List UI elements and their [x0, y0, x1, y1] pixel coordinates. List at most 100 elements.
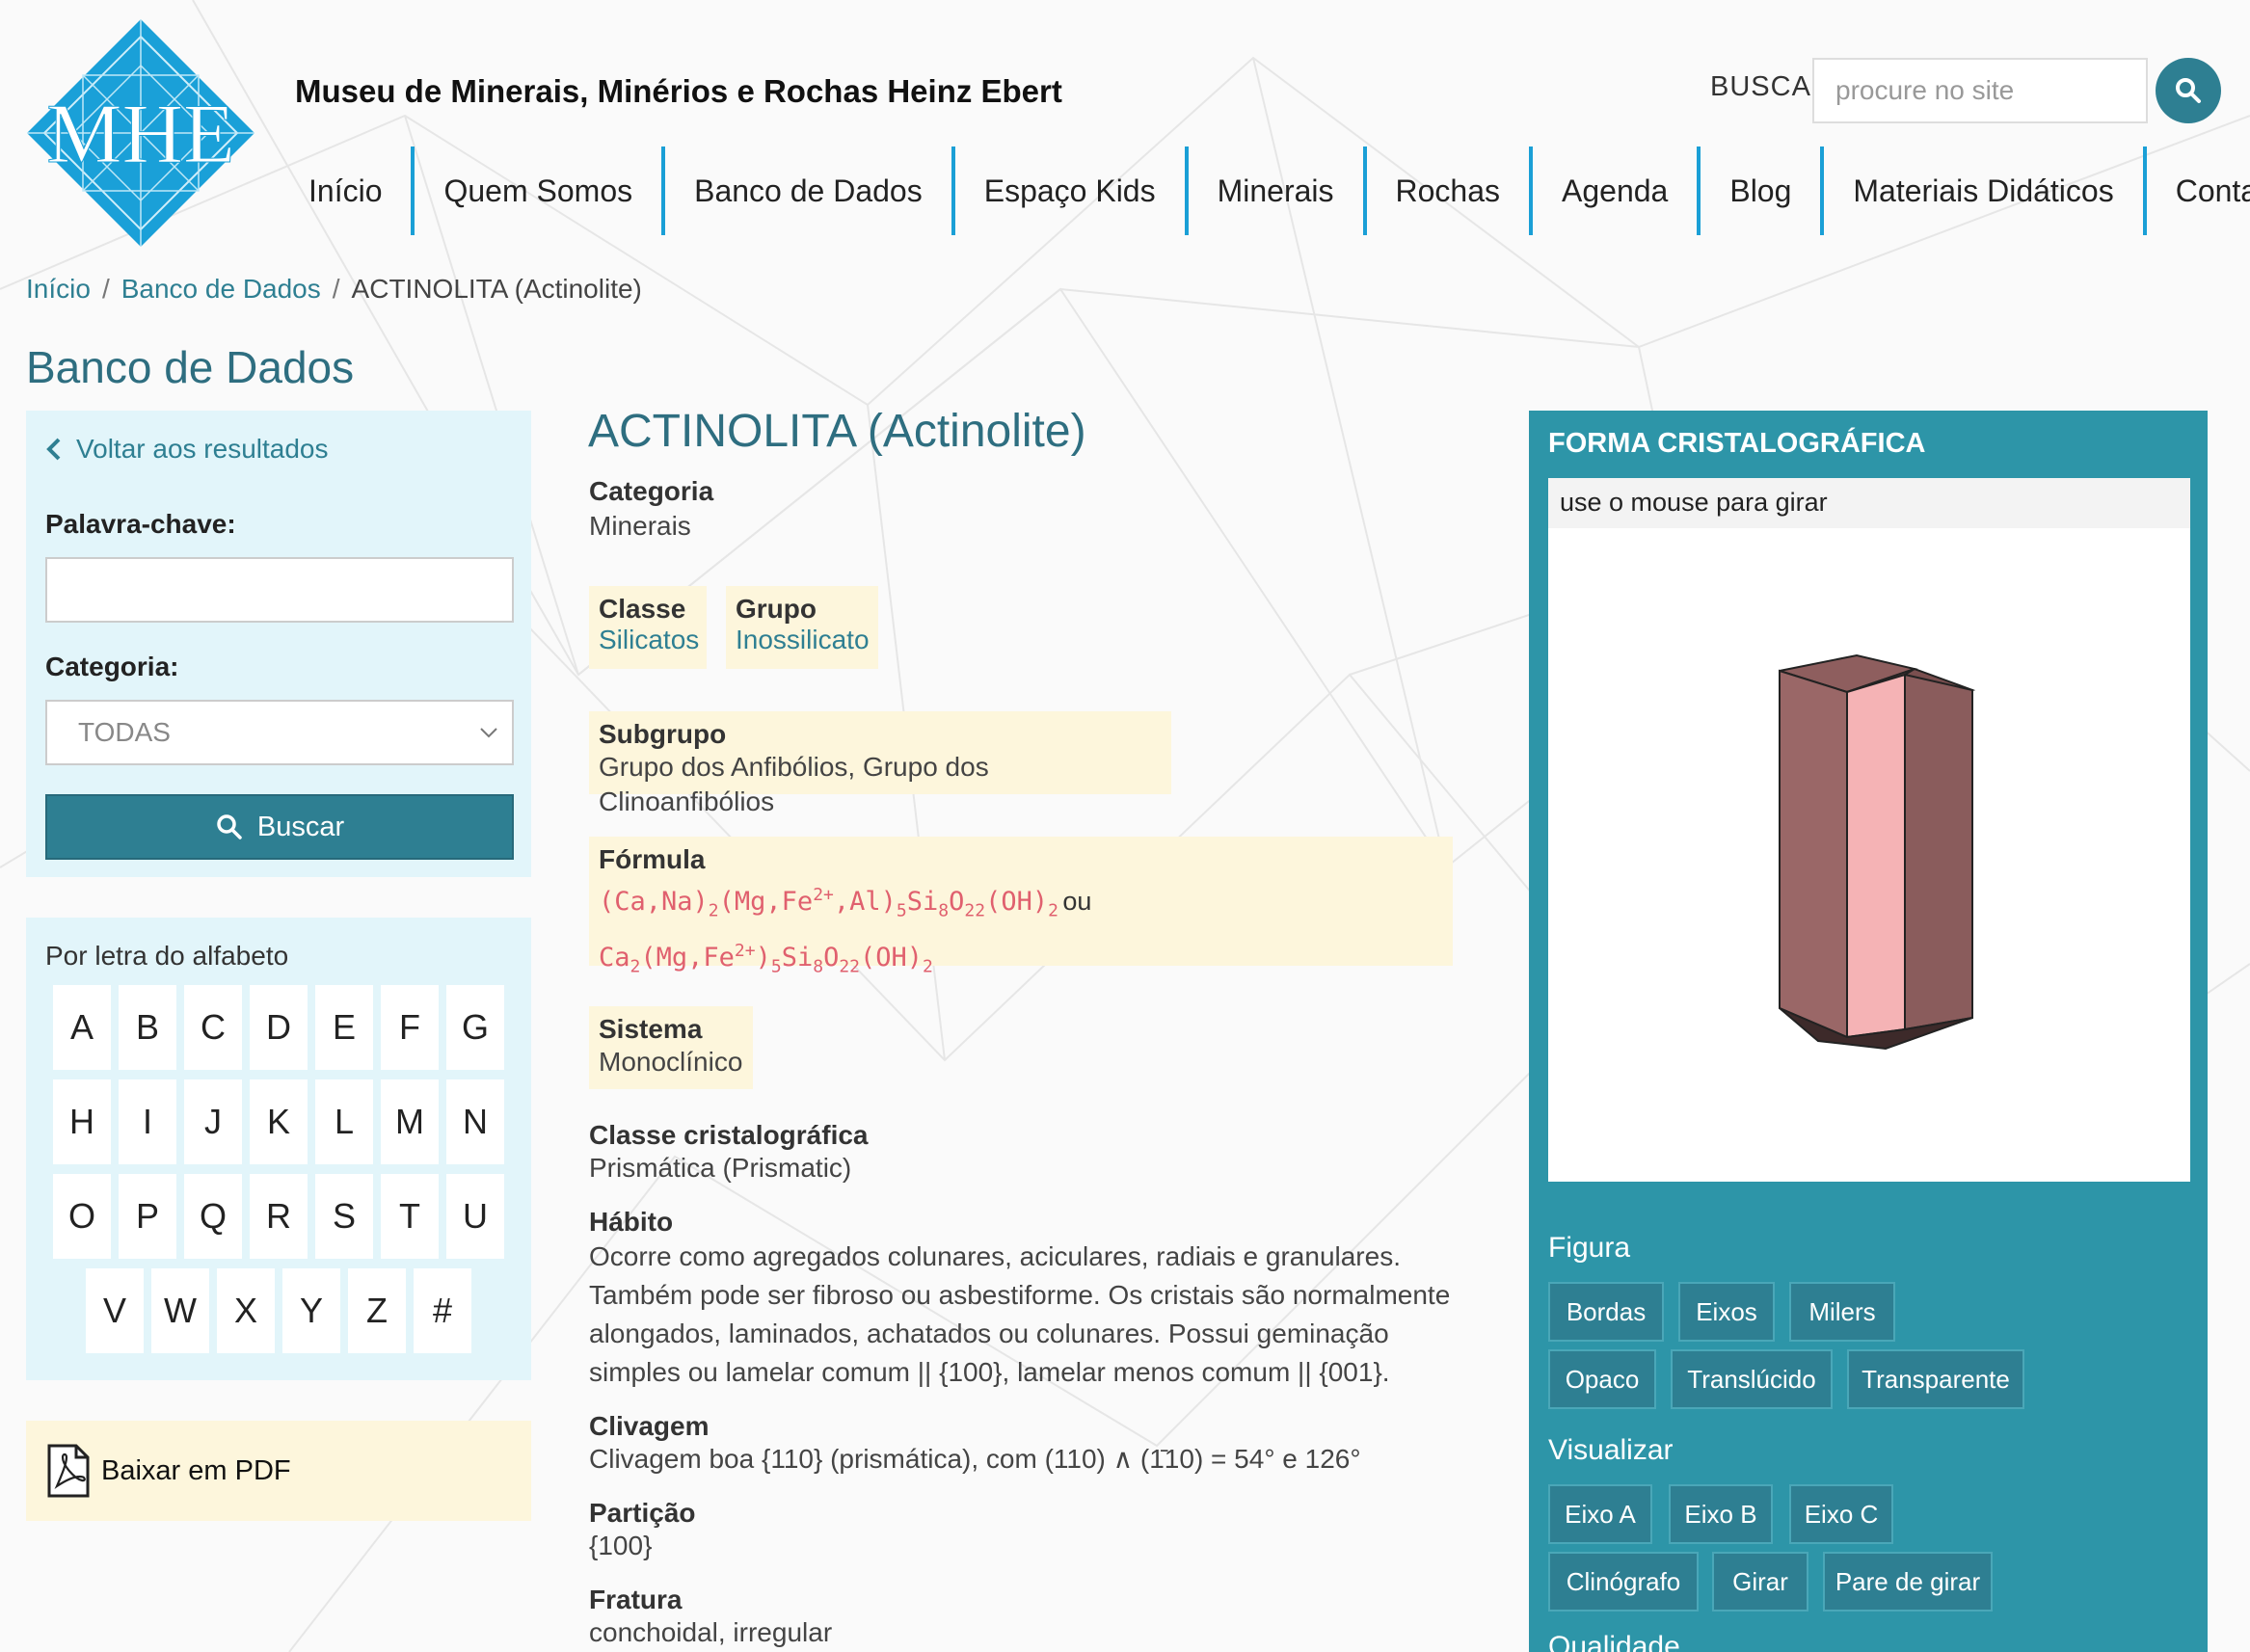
chevron-left-icon — [46, 438, 61, 461]
crystal-model[interactable] — [1760, 652, 1992, 1056]
letter-button[interactable]: E — [315, 985, 373, 1070]
fratura-field: Fratura conchoidal, irregular — [589, 1585, 832, 1650]
clivagem-value: Clivagem boa {110} (prismática), com (11… — [589, 1444, 1361, 1474]
breadcrumb-section-link[interactable]: Banco de Dados — [121, 274, 321, 304]
subgrupo-label: Subgrupo — [599, 719, 727, 749]
particao-label: Partição — [589, 1498, 696, 1528]
bordas-button[interactable]: Bordas — [1548, 1282, 1664, 1342]
sistema-value: Monoclínico — [599, 1047, 743, 1077]
formula-2: Ca2(Mg,Fe2+)5Si8O22(OH)2 — [599, 941, 933, 977]
download-pdf-button[interactable]: Baixar em PDF — [26, 1421, 531, 1521]
particao-field: Partição {100} — [589, 1498, 696, 1563]
nav-item-inicio[interactable]: Início — [289, 147, 411, 235]
letter-button[interactable]: V — [86, 1268, 144, 1353]
alphabet-row: H I J K L M N — [26, 1079, 531, 1164]
letter-button[interactable]: G — [446, 985, 504, 1070]
nav-item-agenda[interactable]: Agenda — [1529, 147, 1697, 235]
letter-button[interactable]: W — [151, 1268, 209, 1353]
nav-item-rochas[interactable]: Rochas — [1362, 147, 1530, 235]
nav-item-contato[interactable]: Contato — [2142, 147, 2250, 235]
pare-de-girar-button[interactable]: Pare de girar — [1823, 1552, 1993, 1612]
eixos-button[interactable]: Eixos — [1678, 1282, 1775, 1342]
nav-item-espaco-kids[interactable]: Espaço Kids — [951, 147, 1185, 235]
formula-field: Fórmula (Ca,Na)2(Mg,Fe2+,Al)5Si8O22(OH)2… — [589, 837, 1453, 977]
formula-value: (Ca,Na)2(Mg,Fe2+,Al)5Si8O22(OH)2 ou Ca2(… — [599, 875, 1443, 988]
nav-item-minerais[interactable]: Minerais — [1184, 147, 1363, 235]
milers-button[interactable]: Milers — [1789, 1282, 1895, 1342]
letter-button[interactable]: X — [217, 1268, 275, 1353]
letter-button[interactable]: Y — [282, 1268, 340, 1353]
site-title[interactable]: Museu de Minerais, Minérios e Rochas Hei… — [295, 73, 1062, 110]
search-icon — [217, 814, 242, 839]
pdf-icon — [47, 1444, 90, 1498]
keyword-label: Palavra-chave: — [45, 509, 236, 539]
fratura-value: conchoidal, irregular — [589, 1617, 833, 1647]
breadcrumb: Início / Banco de Dados / ACTINOLITA (Actino… — [26, 274, 642, 305]
categoria-field: Categoria Minerais — [589, 476, 713, 545]
transparente-button[interactable]: Transparente — [1847, 1349, 2024, 1409]
girar-button[interactable]: Girar — [1712, 1552, 1808, 1612]
category-label: Categoria: — [45, 652, 179, 681]
particao-value: {100} — [589, 1531, 653, 1560]
opaco-button[interactable]: Opaco — [1548, 1349, 1656, 1409]
page-title: Banco de Dados — [26, 342, 355, 392]
sistema-field: Sistema Monoclínico — [589, 1006, 753, 1089]
classe-cristalografica-value: Prismática (Prismatic) — [589, 1153, 852, 1183]
letter-button[interactable]: D — [250, 985, 308, 1070]
nav-item-quem-somos[interactable]: Quem Somos — [411, 147, 661, 235]
letter-button[interactable]: L — [315, 1079, 373, 1164]
letter-button[interactable]: I — [119, 1079, 176, 1164]
letter-button[interactable]: A — [53, 985, 111, 1070]
classe-field: Classe Silicatos — [589, 586, 707, 669]
letter-button[interactable]: Z — [348, 1268, 406, 1353]
clivagem-field: Clivagem Clivagem boa {110} (prismática)… — [589, 1411, 1361, 1477]
letter-button[interactable]: K — [250, 1079, 308, 1164]
habito-label: Hábito — [589, 1207, 674, 1237]
subgrupo-value: Grupo dos Anfibólios, Grupo dos Clinoanf… — [599, 752, 989, 817]
breadcrumb-current: ACTINOLITA (Actinolite) — [351, 274, 642, 304]
clivagem-label: Clivagem — [589, 1411, 710, 1441]
eixo-c-button[interactable]: Eixo C — [1789, 1484, 1893, 1544]
grupo-link[interactable]: Inossilicato — [736, 625, 870, 655]
letter-button[interactable]: P — [119, 1174, 176, 1259]
letter-button[interactable]: R — [250, 1174, 308, 1259]
letter-button[interactable]: H — [53, 1079, 111, 1164]
site-search-button[interactable] — [2156, 58, 2221, 123]
letter-button[interactable]: Q — [184, 1174, 242, 1259]
letter-button[interactable]: F — [381, 985, 439, 1070]
keyword-input[interactable] — [45, 557, 514, 623]
letter-button[interactable]: J — [184, 1079, 242, 1164]
alphabet-title: Por letra do alfabeto — [45, 941, 289, 971]
search-icon — [2176, 78, 2201, 103]
translucido-button[interactable]: Translúcido — [1671, 1349, 1833, 1409]
letter-button[interactable]: C — [184, 985, 242, 1070]
nav-item-materiais-didaticos[interactable]: Materiais Didáticos — [1820, 147, 2142, 235]
letter-button[interactable]: M — [381, 1079, 439, 1164]
search-submit-button[interactable]: Buscar — [45, 794, 514, 860]
alphabet-panel: Por letra do alfabeto A B C D E F G H I … — [26, 918, 531, 1380]
breadcrumb-home-link[interactable]: Início — [26, 274, 91, 304]
nav-item-blog[interactable]: Blog — [1697, 147, 1820, 235]
clinografo-button[interactable]: Clinógrafo — [1548, 1552, 1699, 1612]
eixo-a-button[interactable]: Eixo A — [1548, 1484, 1652, 1544]
crystal-3d-viewer[interactable]: use o mouse para girar — [1548, 478, 2190, 1182]
habito-field: Hábito Ocorre como agregados colunares, … — [589, 1207, 1486, 1392]
letter-button[interactable]: S — [315, 1174, 373, 1259]
site-search-input[interactable] — [1812, 58, 2148, 123]
classe-link[interactable]: Silicatos — [599, 625, 699, 655]
letter-button[interactable]: T — [381, 1174, 439, 1259]
nav-item-banco-de-dados[interactable]: Banco de Dados — [661, 147, 951, 235]
chevron-down-icon — [480, 728, 497, 738]
eixo-b-button[interactable]: Eixo B — [1669, 1484, 1773, 1544]
letter-button[interactable]: N — [446, 1079, 504, 1164]
back-to-results-link[interactable]: Voltar aos resultados — [45, 434, 329, 465]
letter-button[interactable]: # — [414, 1268, 471, 1353]
alphabet-row: A B C D E F G — [26, 985, 531, 1070]
letter-button[interactable]: O — [53, 1174, 111, 1259]
letter-button[interactable]: B — [119, 985, 176, 1070]
category-select[interactable]: TODAS — [45, 700, 514, 765]
classe-label: Classe — [599, 594, 686, 624]
letter-button[interactable]: U — [446, 1174, 504, 1259]
mineral-name: ACTINOLITA (Actinolite) — [588, 406, 1086, 457]
site-logo[interactable]: MHE — [25, 17, 256, 249]
